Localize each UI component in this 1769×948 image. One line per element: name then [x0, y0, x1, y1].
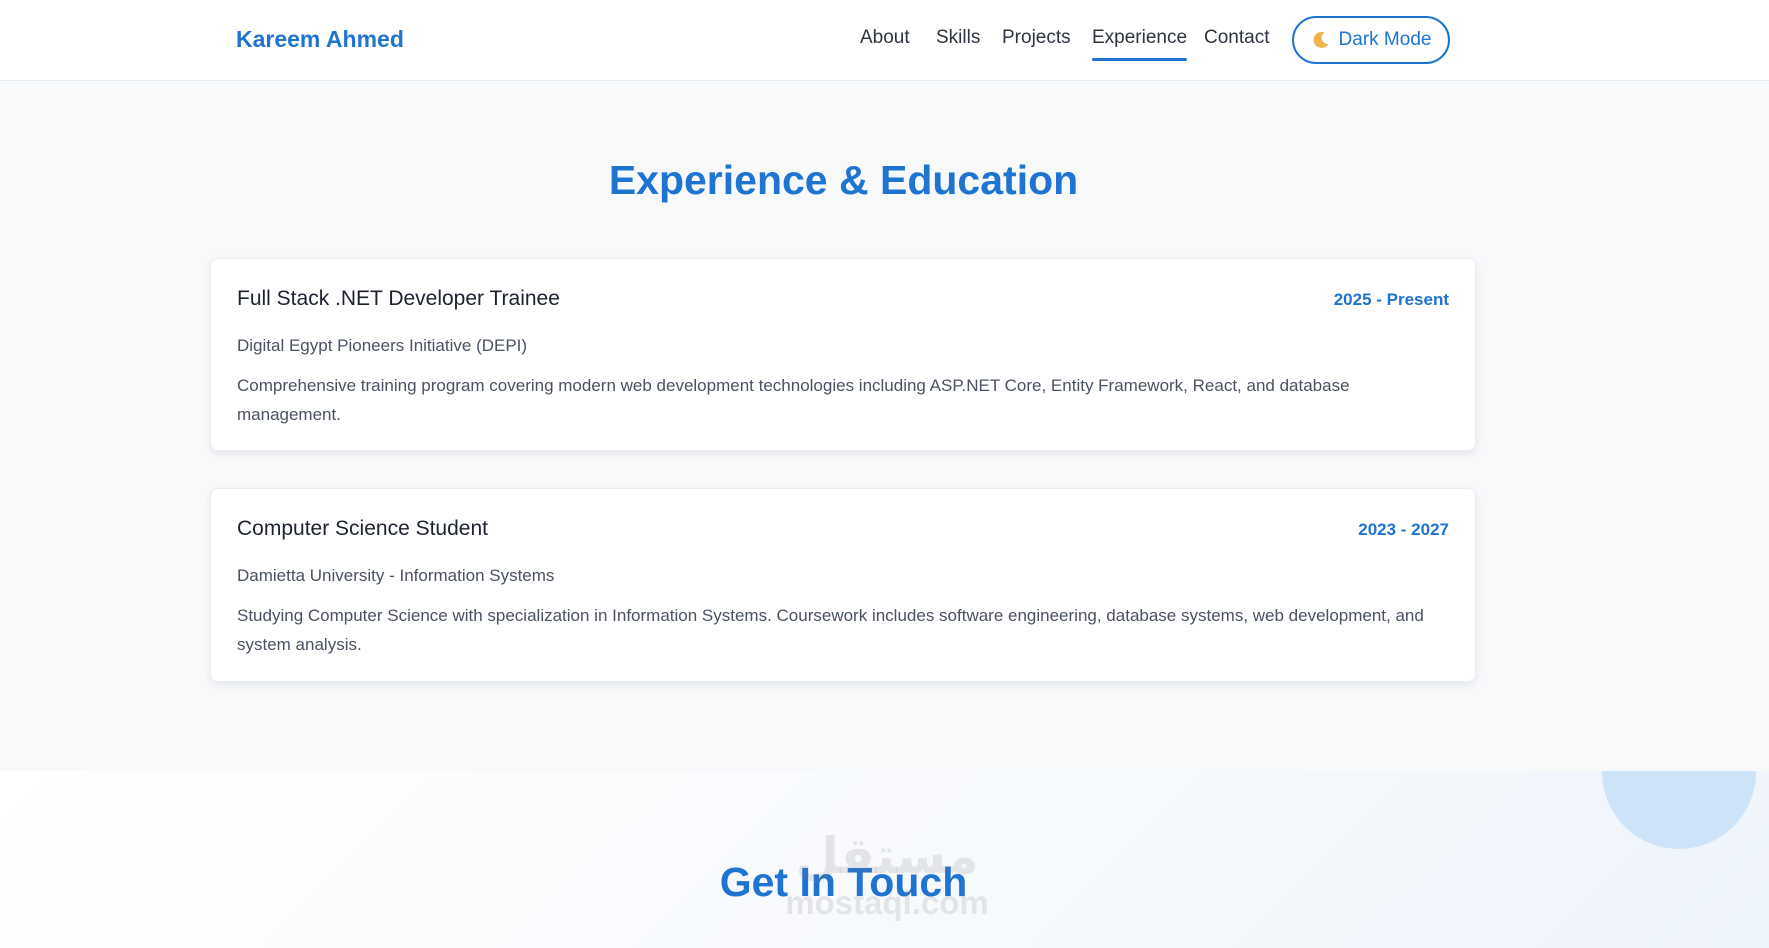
card-title: Full Stack .NET Developer Trainee: [237, 287, 560, 310]
nav-link-experience[interactable]: Experience: [1092, 27, 1188, 61]
nav-link-projects[interactable]: Projects: [1002, 27, 1071, 49]
nav-link-about[interactable]: About: [860, 27, 910, 49]
watermark: مستقل mostaql.com: [777, 827, 997, 921]
card-organization: Damietta University - Information System…: [237, 566, 555, 585]
watermark-latin-text: mostaql.com: [785, 884, 989, 921]
card-date: 2025 - Present: [1333, 290, 1449, 309]
card-date: 2023 - 2027: [1358, 520, 1449, 539]
watermark-arabic-text: مستقل: [795, 828, 979, 884]
contact-section: Get In Touch مستقل mostaql.com: [0, 771, 1769, 948]
experience-card: Full Stack .NET Developer Trainee 2025 -…: [210, 258, 1476, 451]
dark-mode-label: Dark Mode: [1338, 29, 1432, 50]
moon-icon: [1313, 31, 1329, 48]
card-description: Studying Computer Science with specializ…: [237, 606, 1424, 654]
nav-link-skills[interactable]: Skills: [936, 27, 980, 49]
brand-logo-text[interactable]: Kareem Ahmed: [236, 26, 404, 53]
card-title: Computer Science Student: [237, 517, 488, 540]
card-organization: Digital Egypt Pioneers Initiative (DEPI): [237, 336, 528, 355]
nav-link-contact[interactable]: Contact: [1204, 27, 1269, 49]
decorative-circle: [1602, 771, 1756, 849]
top-navbar: Kareem Ahmed About Skills Projects Exper…: [0, 0, 1769, 81]
dark-mode-button[interactable]: Dark Mode: [1292, 16, 1450, 64]
experience-section-title: Experience & Education: [608, 157, 1079, 203]
education-card: Computer Science Student 2023 - 2027 Dam…: [210, 488, 1476, 682]
card-description: Comprehensive training program covering …: [237, 376, 1350, 424]
